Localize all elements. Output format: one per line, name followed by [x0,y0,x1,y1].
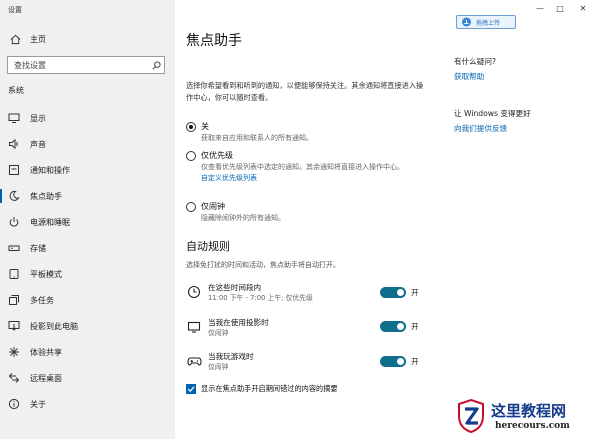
auto-rules-heading: 自动规则 [186,240,230,253]
close-button[interactable]: ✕ [573,2,593,14]
sidebar-item-power[interactable]: 电源和睡眠 [0,209,175,235]
checkbox-checked[interactable] [186,384,196,394]
rule-desc: 仅闹钟 [208,363,229,371]
sidebar-item-home[interactable]: 主页 [0,30,175,48]
get-help-link[interactable]: 获取帮助 [454,71,484,82]
sidebar-item-label: 声音 [30,139,46,149]
toggle-state-label: 开 [411,357,419,366]
sidebar-item-sound[interactable]: 声音 [0,131,175,157]
display-icon [186,319,202,335]
sidebar-item-label: 通知和操作 [30,165,70,175]
info-icon [7,397,21,411]
watermark-site-name: 这里教程网 [491,402,567,420]
sidebar-item-label: 体验共享 [30,347,62,357]
sidebar-item-project[interactable]: 投影到此电脑 [0,313,175,339]
radio-option-title: 仅优先级 [201,151,233,160]
feedback-heading: 让 Windows 变得更好 [454,109,531,118]
maximize-button[interactable]: □ [550,2,570,14]
search-icon[interactable] [148,60,164,70]
sidebar-item-label: 平板模式 [30,269,62,279]
radio-option-title: 关 [201,122,209,131]
summary-checkbox[interactable]: 显示在焦点助手开启期间错过的内容的摘要 [186,384,338,394]
main-content: 焦点助手 选择你希望看到和听到的通知，以便能够保持关注。其余通知将直接进入操作中… [175,0,600,439]
customize-priority-list-link[interactable]: 自定义优先级列表 [201,172,423,184]
sidebar-item-shared-experiences[interactable]: 体验共享 [0,339,175,365]
radio-button[interactable] [186,202,196,212]
sidebar-item-label: 投影到此电脑 [30,321,78,331]
cloud-icon [460,16,472,28]
clock-icon [186,284,202,300]
questions-heading: 有什么疑问? [454,57,496,66]
drag-upload-button[interactable]: 拖拽上传 [456,15,516,29]
rule-time-range-toggle[interactable] [380,287,406,298]
sidebar-nav: 显示 声音 通知和操作 焦点助手 电源和睡眠 存储 平板模式 多任务 投影到此电… [0,105,175,417]
sidebar-item-label: 多任务 [30,295,54,305]
home-icon [8,32,22,46]
drag-upload-label: 拖拽上传 [476,19,501,27]
radio-option-desc: 隐藏除闹钟外的所有通知。 [201,214,285,222]
sidebar-item-remote-desktop[interactable]: 远程桌面 [0,365,175,391]
rule-projecting-toggle[interactable] [380,321,406,332]
power-icon [7,215,21,229]
radio-button-selected[interactable] [186,122,196,132]
sidebar-item-about[interactable]: 关于 [0,391,175,417]
tablet-icon [7,267,21,281]
sidebar-item-display[interactable]: 显示 [0,105,175,131]
sidebar-section-label: 系统 [8,86,24,95]
give-feedback-link[interactable]: 向我们提供反馈 [454,123,507,134]
radio-option-title: 仅闹钟 [201,202,225,211]
moon-icon [7,189,21,203]
summary-checkbox-label: 显示在焦点助手开启期间错过的内容的摘要 [201,384,338,393]
rule-gaming-toggle[interactable] [380,356,406,367]
toggle-state-label: 开 [411,322,419,331]
minimize-button[interactable]: — [530,2,550,14]
watermark-logo-icon [458,398,484,434]
sidebar-item-storage[interactable]: 存储 [0,235,175,261]
sidebar-item-multitasking[interactable]: 多任务 [0,287,175,313]
gamepad-icon [186,353,202,369]
rule-desc: 11:00 下午 - 7:00 上午; 仅优先级 [208,294,313,302]
radio-option-off[interactable]: 关 获取来自应用和联系人的所有通知。 [186,121,423,143]
speaker-icon [7,137,21,151]
auto-rules-subtitle: 选择免打扰的时间和活动，焦点助手将自动打开。 [186,261,340,269]
radio-button[interactable] [186,151,196,161]
monitor-icon [7,111,21,125]
sidebar-item-label: 焦点助手 [30,191,62,201]
page-title: 焦点助手 [186,33,242,49]
search-field[interactable] [7,56,165,74]
radio-option-alarms-only[interactable]: 仅闹钟 隐藏除闹钟外的所有通知。 [186,201,423,223]
window-title: 设置 [8,6,22,14]
rule-title: 当我在使用投影时 [208,318,269,327]
project-icon [7,319,21,333]
search-input[interactable] [8,60,148,70]
notification-icon [7,163,21,177]
radio-option-desc: 获取来自应用和联系人的所有通知。 [201,134,313,142]
watermark-site-url: herecours.com [495,421,570,431]
sidebar-item-notifications[interactable]: 通知和操作 [0,157,175,183]
toggle-state-label: 开 [411,288,419,297]
intro-text: 选择你希望看到和听到的通知，以便能够保持关注。其余通知将直接进入操作中心，你可以… [186,81,424,102]
sidebar-item-label: 电源和睡眠 [30,217,70,227]
remote-icon [7,371,21,385]
share-icon [7,345,21,359]
rule-title: 当我玩游戏时 [208,352,254,361]
watermark: 这里教程网 herecours.com [455,398,600,439]
radio-option-priority-only[interactable]: 仅优先级 仅查看优先级列表中选定的通知。其余通知将直接进入操作中心。 自定义优先… [186,150,423,184]
sidebar-item-home-label: 主页 [30,34,46,44]
rule-title: 在这些时间段内 [208,283,262,292]
sidebar-item-label: 远程桌面 [30,373,62,383]
sidebar-item-label: 显示 [30,113,46,123]
sidebar-item-tablet[interactable]: 平板模式 [0,261,175,287]
rule-desc: 仅闹钟 [208,329,229,337]
multitask-icon [7,293,21,307]
sidebar-item-focus-assist[interactable]: 焦点助手 [0,183,175,209]
radio-option-desc: 仅查看优先级列表中选定的通知。其余通知将直接进入操作中心。 [201,163,404,171]
storage-icon [7,241,21,255]
sidebar: 设置 主页 系统 显示 声音 通知和操作 焦点助手 [0,0,175,439]
sidebar-item-label: 存储 [30,243,46,253]
sidebar-item-label: 关于 [30,399,46,409]
